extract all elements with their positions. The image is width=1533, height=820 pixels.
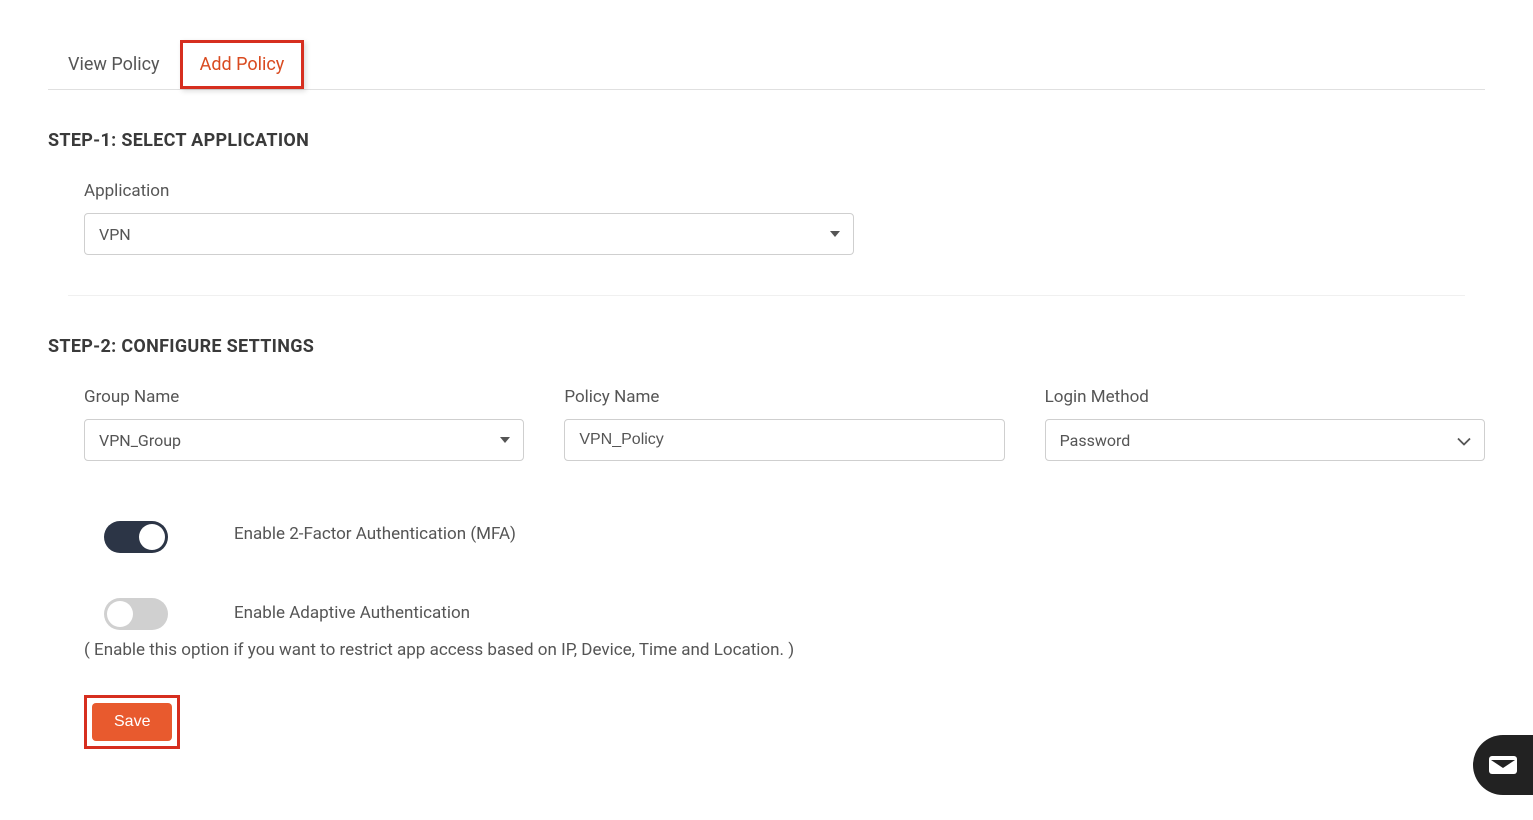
- chevron-down-icon: [1457, 431, 1471, 450]
- mail-icon: [1489, 756, 1517, 774]
- step1-heading: STEP-1: SELECT APPLICATION: [48, 130, 1485, 151]
- chat-widget[interactable]: [1473, 735, 1533, 795]
- mfa-toggle[interactable]: [104, 521, 168, 553]
- policy-tabs: View Policy Add Policy: [48, 40, 1485, 90]
- step2-heading: STEP-2: CONFIGURE SETTINGS: [48, 336, 1485, 357]
- divider: [68, 295, 1465, 296]
- group-name-value: VPN_Group: [99, 431, 181, 450]
- login-method-select[interactable]: Password: [1045, 419, 1485, 461]
- save-button-highlight: Save: [84, 695, 180, 749]
- caret-down-icon: [830, 231, 840, 237]
- toggle-knob: [139, 524, 165, 550]
- application-select[interactable]: VPN: [84, 213, 854, 255]
- tab-add-policy[interactable]: Add Policy: [180, 40, 305, 89]
- login-method-label: Login Method: [1045, 387, 1485, 407]
- save-button[interactable]: Save: [92, 703, 172, 741]
- adaptive-label: Enable Adaptive Authentication: [234, 600, 470, 627]
- group-name-label: Group Name: [84, 387, 524, 407]
- policy-name-label: Policy Name: [564, 387, 1004, 407]
- mfa-label: Enable 2-Factor Authentication (MFA): [234, 521, 516, 548]
- adaptive-description: ( Enable this option if you want to rest…: [84, 630, 1485, 671]
- login-method-value: Password: [1060, 431, 1131, 450]
- group-name-select[interactable]: VPN_Group: [84, 419, 524, 461]
- toggle-knob: [107, 601, 133, 627]
- caret-down-icon: [500, 437, 510, 443]
- policy-name-input[interactable]: [564, 419, 1004, 461]
- tab-view-policy[interactable]: View Policy: [48, 40, 180, 89]
- application-value: VPN: [99, 225, 131, 244]
- adaptive-toggle[interactable]: [104, 598, 168, 630]
- application-label: Application: [84, 181, 1485, 201]
